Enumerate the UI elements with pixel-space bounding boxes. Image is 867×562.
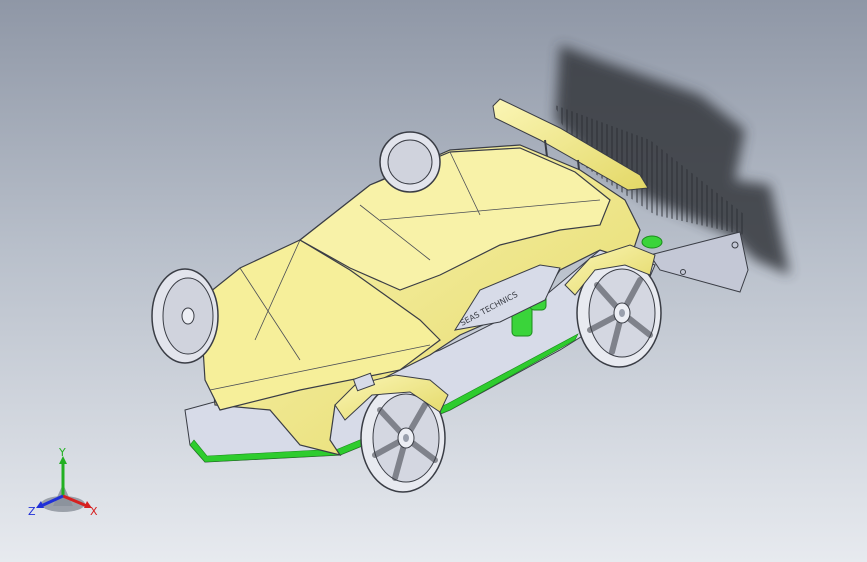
model-scene[interactable]: SEAS TECHNICS xyxy=(0,0,867,562)
z-axis-label: Z xyxy=(28,505,36,518)
graphics-viewport[interactable]: SEAS TECHNICS Y X Z xyxy=(0,0,867,562)
x-axis-label: X xyxy=(90,505,98,518)
wheel-rear-left[interactable] xyxy=(379,131,441,193)
wheel-front-left[interactable] xyxy=(151,268,219,364)
view-triad[interactable]: Y X Z xyxy=(25,448,105,518)
rear-bracket[interactable] xyxy=(649,231,749,293)
y-axis-label: Y xyxy=(58,448,66,459)
